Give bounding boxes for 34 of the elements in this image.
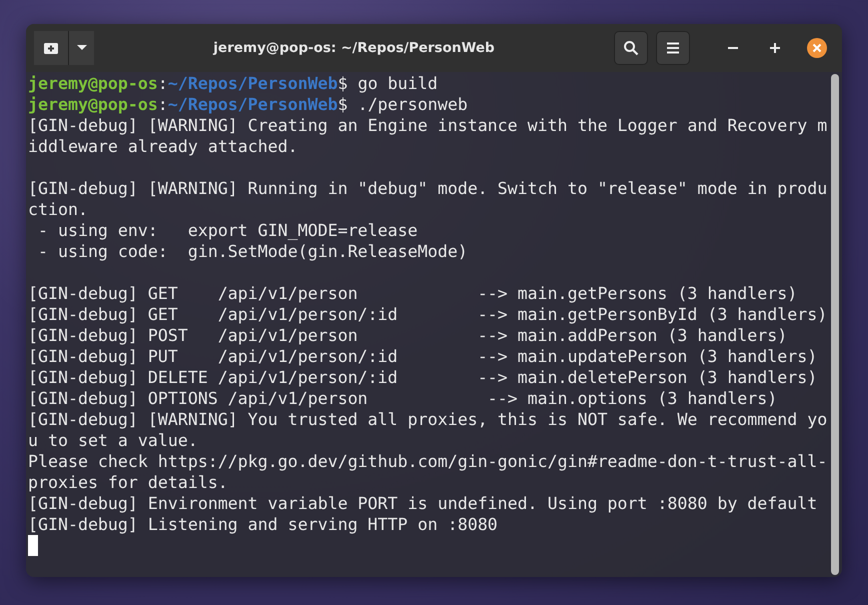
prompt-line: jeremy@pop-os:~/Repos/PersonWeb$ go build — [28, 73, 438, 94]
output-line: [GIN-debug] POST /api/v1/person --> main.addPerson (3 handlers) — [28, 325, 788, 346]
output-line: ction. — [28, 199, 88, 220]
output-line: - using env: export GIN_MODE=release — [36, 220, 418, 241]
maximize-icon — [770, 43, 780, 53]
output-line: [GIN-debug] Environment variable PORT is undefined. Using port :8080 by default — [28, 493, 818, 514]
minimize-icon — [728, 47, 738, 49]
output-line: [GIN-debug] GET /api/v1/person --> main.getPersons (3 handlers) — [28, 283, 798, 304]
caret-icon — [76, 45, 86, 51]
output-line: proxies for details. — [28, 472, 228, 493]
window-title: jeremy@pop-os: ~/Repos/PersonWeb — [212, 40, 496, 56]
search-button[interactable] — [614, 31, 648, 65]
close-icon — [807, 38, 827, 58]
output-line: [GIN-debug] [WARNING] Creating an Engine instance with the Logger and Recovery m — [28, 115, 828, 136]
output-line: [GIN-debug] [WARNING] Running in "debug" mode. Switch to "release" mode in produ — [28, 178, 828, 199]
output-line: [GIN-debug] Listening and serving HTTP on :8080 — [28, 514, 498, 535]
output-line: Please check https://pkg.go.dev/github.com/gin-gonic/gin#readme-don-t-trust-all- — [28, 451, 828, 472]
output-line: [GIN-debug] [WARNING] You trusted all proxies, this is NOT safe. We recommend yo — [28, 409, 828, 430]
output-line: [GIN-debug] GET /api/v1/person/:id --> main.getPersonById (3 handlers) — [28, 304, 828, 325]
scrollbar[interactable] — [831, 74, 839, 575]
output-line: - using code: gin.SetMode(gin.ReleaseMode) — [36, 241, 468, 262]
text-cursor — [28, 535, 38, 556]
output-line: [GIN-debug] DELETE /api/v1/person/:id --> main.deletePerson (3 handlers) — [28, 367, 818, 388]
output-line: iddleware already attached. — [28, 136, 298, 157]
output-line: [GIN-debug] PUT /api/v1/person/:id --> main.updatePerson (3 handlers) — [28, 346, 818, 367]
menu-button[interactable] — [656, 31, 690, 65]
prompt-line: jeremy@pop-os:~/Repos/PersonWeb$ ./personweb — [28, 94, 468, 115]
output-line: u to set a value. — [28, 430, 198, 451]
menu-icon — [666, 42, 680, 54]
search-icon — [623, 40, 639, 56]
output-line: [GIN-debug] OPTIONS /api/v1/person --> main.options (3 handlers) — [28, 388, 778, 409]
new-tab-icon — [43, 41, 59, 55]
dropdown-button[interactable] — [68, 31, 94, 65]
new-tab-button[interactable] — [34, 31, 68, 65]
